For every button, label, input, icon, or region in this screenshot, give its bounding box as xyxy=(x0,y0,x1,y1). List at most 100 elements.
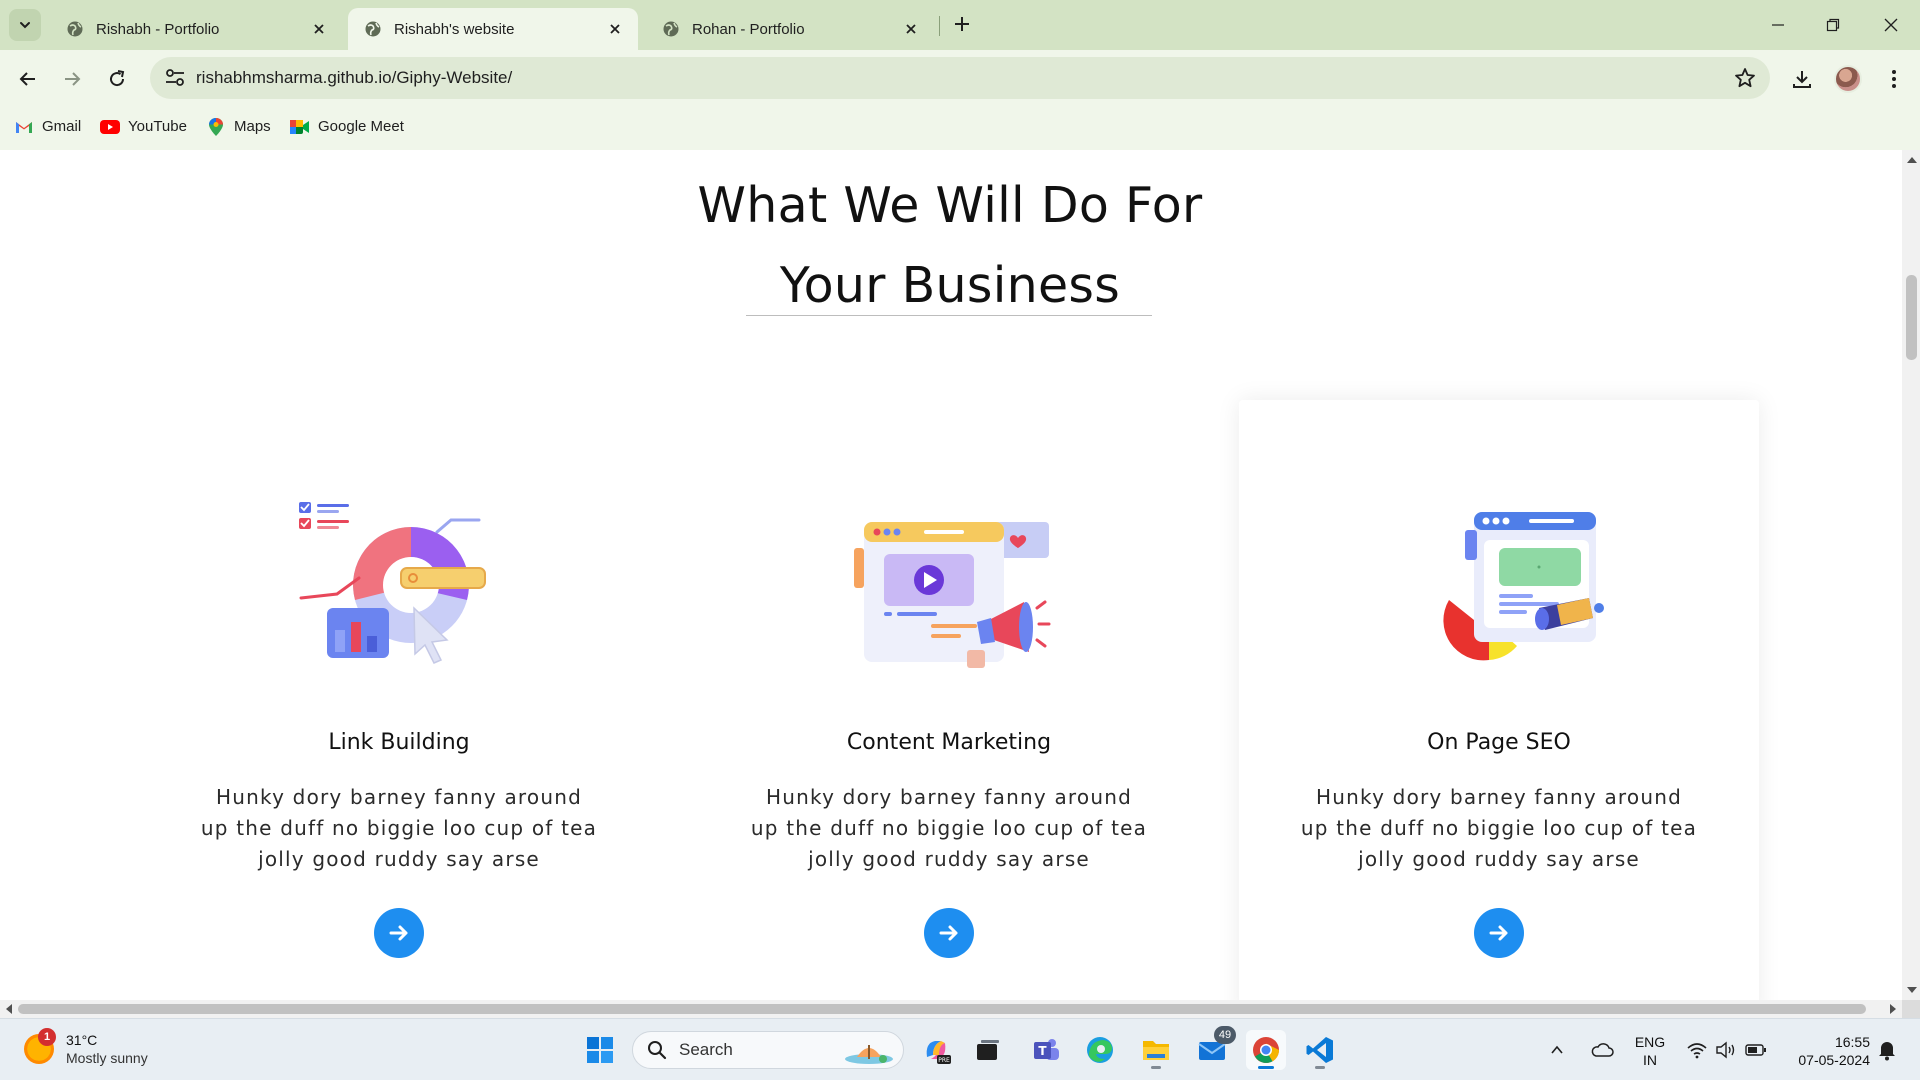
region-code: IN xyxy=(1643,1052,1657,1068)
scroll-up-arrow[interactable] xyxy=(1907,157,1917,163)
card-description: Hunky dory barney fanny around up the du… xyxy=(750,785,1148,871)
bookmarks-bar: Gmail YouTube Maps Google Meet xyxy=(0,108,1920,150)
teams-icon: T xyxy=(1034,1039,1059,1060)
close-icon[interactable] xyxy=(606,20,624,38)
windows-taskbar: 1 31°C Mostly sunny Search PRE T 49 ENG … xyxy=(0,1018,1920,1080)
edge-button[interactable] xyxy=(1080,1030,1120,1070)
new-tab-button[interactable] xyxy=(950,12,974,36)
bookmark-label: YouTube xyxy=(128,118,187,135)
chrome-button[interactable] xyxy=(1246,1030,1286,1070)
service-card-link-building: Link Building Hunky dory barney fanny ar… xyxy=(139,400,659,1000)
scrollbar-thumb[interactable] xyxy=(18,1004,1866,1014)
forward-button[interactable] xyxy=(58,65,86,93)
battery-icon xyxy=(1745,1044,1766,1056)
tab-search-button[interactable] xyxy=(9,9,41,41)
back-button[interactable] xyxy=(14,65,42,93)
restore-button[interactable] xyxy=(1818,10,1848,40)
reload-button[interactable] xyxy=(103,65,131,93)
notifications-button[interactable] xyxy=(1870,1030,1904,1070)
svg-text:T: T xyxy=(1038,1044,1047,1058)
section-heading: What We Will Do For Your Business xyxy=(0,166,1900,326)
bookmark-google-meet[interactable]: Google Meet xyxy=(290,118,404,135)
arrow-right-button[interactable] xyxy=(374,908,424,958)
running-indicator xyxy=(1315,1066,1325,1069)
teams-button[interactable]: T xyxy=(1026,1030,1066,1070)
heading-divider xyxy=(746,315,1152,316)
tab-rohan-portfolio[interactable]: Rohan - Portfolio xyxy=(646,8,934,50)
tab-title: Rishabh's website xyxy=(394,20,515,38)
globe-icon xyxy=(67,21,83,37)
globe-icon xyxy=(365,21,381,37)
page-viewport: What We Will Do For Your Business Link B… xyxy=(0,150,1902,1000)
bookmark-youtube[interactable]: YouTube xyxy=(100,118,187,135)
chevron-down-icon xyxy=(20,22,30,29)
battery-button[interactable] xyxy=(1739,1030,1773,1070)
bell-icon xyxy=(1879,1041,1895,1061)
tab-rishabhs-website[interactable]: Rishabh's website xyxy=(348,8,638,50)
site-settings-icon[interactable] xyxy=(164,68,186,88)
vertical-scrollbar[interactable] xyxy=(1902,150,1920,1000)
window-close-button[interactable] xyxy=(1876,10,1906,40)
volume-button[interactable] xyxy=(1709,1030,1743,1070)
profile-avatar[interactable] xyxy=(1834,65,1862,93)
globe-icon xyxy=(663,21,679,37)
tab-title: Rishabh - Portfolio xyxy=(96,20,220,38)
weather-widget[interactable]: 1 31°C Mostly sunny xyxy=(24,1028,148,1067)
restore-icon xyxy=(1826,18,1840,32)
mail-unread-badge: 49 xyxy=(1214,1026,1236,1044)
scroll-right-arrow[interactable] xyxy=(1890,1004,1896,1014)
minimize-button[interactable] xyxy=(1763,10,1793,40)
browser-menu-button[interactable] xyxy=(1880,65,1908,93)
edge-icon xyxy=(1087,1037,1113,1063)
bookmark-label: Google Meet xyxy=(318,118,404,135)
arrow-right-button[interactable] xyxy=(1474,908,1524,958)
card-title: On Page SEO xyxy=(1427,730,1571,755)
bookmark-star-icon[interactable] xyxy=(1734,67,1756,89)
cloud-icon xyxy=(1591,1043,1614,1057)
browser-toolbar: rishabhmsharma.github.io/Giphy-Website/ xyxy=(0,50,1920,108)
download-icon xyxy=(1793,71,1811,88)
start-button[interactable] xyxy=(580,1030,620,1070)
tab-separator xyxy=(939,16,940,36)
file-explorer-button[interactable] xyxy=(1136,1030,1176,1070)
card-title: Link Building xyxy=(328,730,470,755)
task-view-button[interactable] xyxy=(968,1030,1008,1070)
scroll-left-arrow[interactable] xyxy=(6,1004,12,1014)
horizontal-scrollbar[interactable] xyxy=(0,1000,1902,1018)
bookmark-maps[interactable]: Maps xyxy=(206,117,271,136)
address-bar[interactable]: rishabhmsharma.github.io/Giphy-Website/ xyxy=(150,57,1770,99)
folder-icon xyxy=(1143,1041,1169,1060)
tab-rishabh-portfolio[interactable]: Rishabh - Portfolio xyxy=(50,8,342,50)
downloads-button[interactable] xyxy=(1788,65,1816,93)
minimize-icon xyxy=(1772,24,1784,26)
close-icon xyxy=(1884,18,1898,32)
vscode-button[interactable] xyxy=(1300,1030,1340,1070)
taskbar-search[interactable]: Search xyxy=(632,1031,904,1069)
onedrive-button[interactable] xyxy=(1585,1030,1619,1070)
clock[interactable]: 16:55 07-05-2024 xyxy=(1780,1033,1870,1069)
bookmark-gmail[interactable]: Gmail xyxy=(14,118,81,135)
close-icon[interactable] xyxy=(902,20,920,38)
windows-logo-icon xyxy=(587,1037,613,1063)
card-description: Hunky dory barney fanny around up the du… xyxy=(200,785,598,871)
vscode-icon xyxy=(1306,1037,1333,1063)
mail-button[interactable]: 49 xyxy=(1192,1026,1236,1070)
weather-sun-icon: 1 xyxy=(24,1028,56,1064)
scrollbar-thumb[interactable] xyxy=(1906,275,1917,360)
url-text[interactable]: rishabhmsharma.github.io/Giphy-Website/ xyxy=(196,68,512,88)
close-icon[interactable] xyxy=(310,20,328,38)
svg-text:PRE: PRE xyxy=(938,1057,950,1064)
arrow-left-icon xyxy=(19,72,35,86)
running-indicator xyxy=(1258,1066,1274,1069)
show-hidden-icons-button[interactable] xyxy=(1542,1030,1572,1070)
clock-time: 16:55 xyxy=(1834,1034,1870,1050)
language-indicator[interactable]: ENG IN xyxy=(1630,1033,1670,1069)
scroll-down-arrow[interactable] xyxy=(1907,987,1917,993)
speaker-icon xyxy=(1716,1041,1735,1059)
youtube-icon xyxy=(100,119,120,135)
copilot-button[interactable]: PRE xyxy=(916,1030,956,1070)
wifi-icon xyxy=(1687,1043,1707,1059)
weather-condition: Mostly sunny xyxy=(66,1050,148,1066)
scrollbar-corner xyxy=(1902,1000,1920,1018)
arrow-right-button[interactable] xyxy=(924,908,974,958)
